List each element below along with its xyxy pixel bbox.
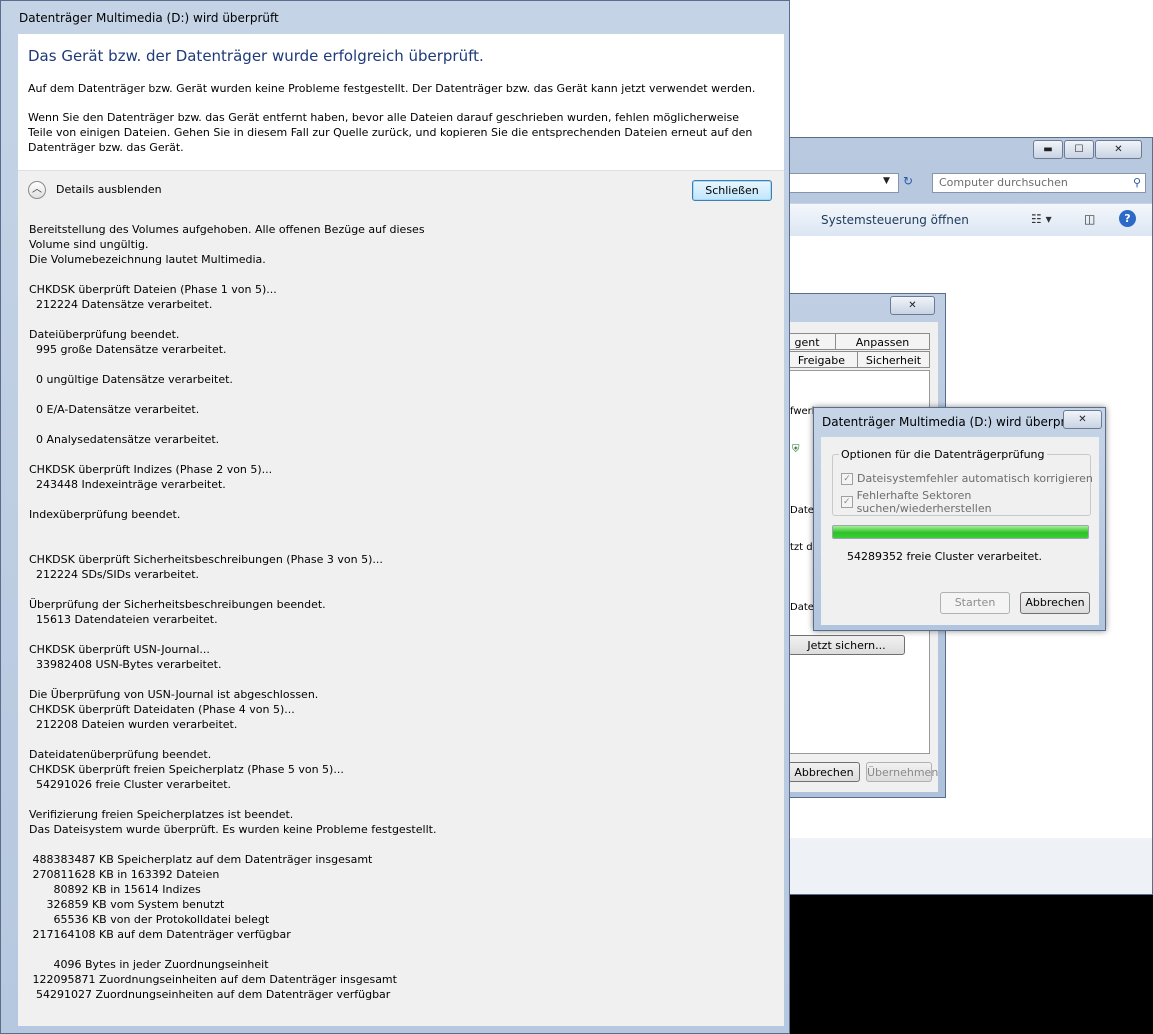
- search-placeholder: Computer durchsuchen: [939, 176, 1068, 189]
- minimize-icon: ▬: [1043, 144, 1053, 155]
- refresh-icon[interactable]: ↻: [903, 174, 923, 192]
- check-disk-result-dialog: Datenträger Multimedia (D:) wird überprü…: [0, 0, 790, 1034]
- checkbox-checked-icon[interactable]: ✓: [841, 496, 853, 508]
- result-paragraph: Auf dem Datenträger bzw. Gerät wurden ke…: [28, 82, 756, 95]
- close-button[interactable]: Schließen: [692, 180, 772, 201]
- dialog-title: Datenträger Multimedia (D:) wird überprü…: [822, 415, 1082, 429]
- change-view-icon[interactable]: ☷ ▾: [1031, 212, 1052, 226]
- backup-now-button[interactable]: Jetzt sichern...: [788, 635, 905, 655]
- progress-text: 54289352 freie Cluster verarbeitet.: [847, 550, 1043, 563]
- properties-close-button[interactable]: ✕: [890, 296, 935, 315]
- dialog-title: Datenträger Multimedia (D:) wird überprü…: [19, 11, 279, 25]
- preview-pane-icon[interactable]: ◫: [1084, 212, 1095, 226]
- close-icon: ✕: [908, 300, 917, 311]
- command-bar: Systemsteuerung öffnen ☷ ▾ ◫ ?: [779, 203, 1152, 237]
- maximize-icon: ☐: [1074, 144, 1084, 155]
- cancel-button[interactable]: Abbrechen: [788, 762, 860, 782]
- cancel-button[interactable]: Abbrechen: [1020, 592, 1090, 614]
- minimize-button[interactable]: ▬: [1033, 140, 1063, 159]
- checkbox-checked-icon[interactable]: ✓: [841, 472, 853, 485]
- details-bar: ︿ Details ausblenden Schließen: [18, 170, 784, 213]
- option-scan-sectors[interactable]: ✓ Fehlerhafte Sektoren suchen/wiederhers…: [841, 489, 1099, 515]
- chevron-up-icon: ︿: [32, 184, 42, 195]
- dialog-close-button[interactable]: ✕: [1063, 410, 1102, 429]
- search-input[interactable]: Computer durchsuchen ⚲: [932, 173, 1146, 193]
- result-summary: Das Gerät bzw. der Datenträger wurde erf…: [18, 34, 784, 170]
- open-control-panel-button[interactable]: Systemsteuerung öffnen: [821, 213, 969, 227]
- collapse-details-button[interactable]: ︿: [28, 181, 46, 199]
- shield-icon: ⛨: [792, 444, 800, 455]
- tab-sharing[interactable]: Freigabe: [778, 351, 858, 368]
- progress-fill: [833, 526, 1088, 538]
- desktop-area: [790, 0, 1153, 138]
- taskbar-area: [790, 895, 1153, 1034]
- option-fix-errors[interactable]: ✓ Dateisystemfehler automatisch korrigie…: [841, 472, 1093, 485]
- help-icon[interactable]: ?: [1119, 210, 1136, 227]
- hide-details-link[interactable]: Details ausblenden: [56, 183, 162, 196]
- apply-button[interactable]: Übernehmen: [866, 762, 938, 782]
- result-heading: Das Gerät bzw. der Datenträger wurde erf…: [28, 47, 484, 65]
- dialog-body: Optionen für die Datenträgerprüfung ✓ Da…: [821, 437, 1099, 625]
- address-dropdown-icon[interactable]: ▼: [883, 176, 890, 186]
- progress-bar: [832, 525, 1089, 539]
- window-controls: ▬ ☐ ✕: [1032, 140, 1142, 159]
- option-label: Dateisystemfehler automatisch korrigiere…: [857, 472, 1093, 485]
- option-label: Fehlerhafte Sektoren suchen/wiederherste…: [856, 489, 992, 515]
- chkdsk-output: Bereitstellung des Volumes aufgehoben. A…: [29, 223, 437, 1001]
- result-paragraph: Wenn Sie den Datenträger bzw. das Gerät …: [28, 111, 753, 154]
- close-icon: ✕: [1078, 414, 1087, 425]
- close-button[interactable]: ✕: [1095, 140, 1142, 159]
- details-log: Bereitstellung des Volumes aufgehoben. A…: [18, 212, 784, 1026]
- check-disk-progress-dialog: Datenträger Multimedia (D:) wird überprü…: [813, 407, 1106, 631]
- tab-security[interactable]: Sicherheit: [857, 351, 930, 368]
- options-group-label: Optionen für die Datenträgerprüfung: [839, 448, 1047, 461]
- start-button[interactable]: Starten: [940, 592, 1010, 614]
- maximize-button[interactable]: ☐: [1064, 140, 1094, 159]
- tab-customize[interactable]: Anpassen: [835, 333, 930, 350]
- details-pane: [779, 838, 1152, 894]
- search-icon[interactable]: ⚲: [1133, 176, 1141, 189]
- close-icon: ✕: [1114, 144, 1123, 155]
